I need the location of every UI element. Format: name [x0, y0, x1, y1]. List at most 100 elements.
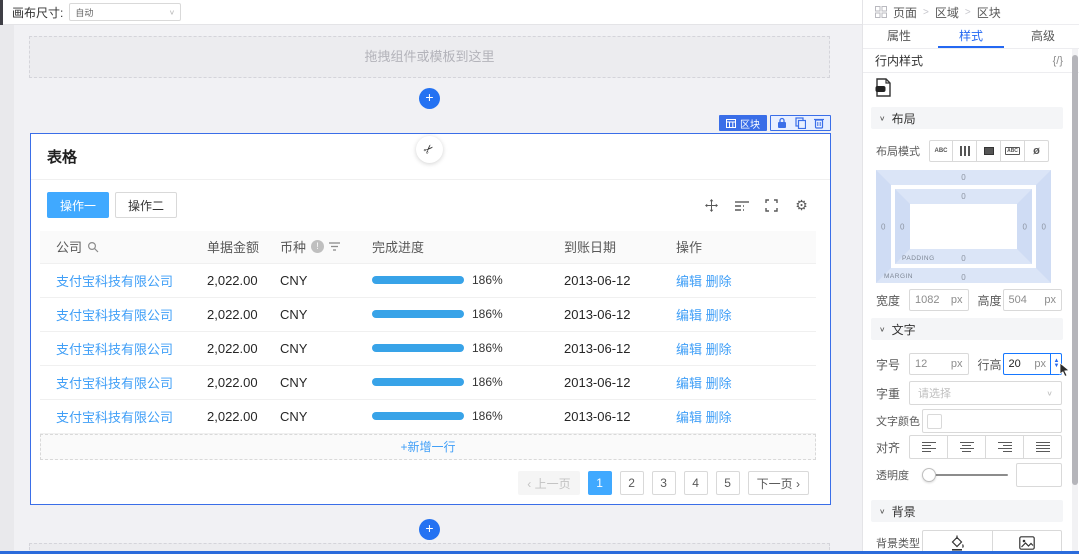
lock-icon[interactable] [777, 117, 787, 129]
col-amount[interactable]: 单据金额 [205, 231, 278, 264]
delete-link[interactable]: 删除 [706, 274, 732, 289]
layout-mode-inline-block-icon[interactable]: ABC [1001, 140, 1025, 162]
box-model-diagram[interactable]: 0 0 0 0 0 0 0 0 PADDING MARGIN [876, 170, 1051, 283]
company-link[interactable]: 支付宝科技有限公司 [56, 308, 173, 323]
edit-link[interactable]: 编辑 [676, 342, 702, 357]
layout-mode-inline-icon[interactable]: ABC [929, 140, 953, 162]
search-icon[interactable] [87, 241, 99, 253]
company-link[interactable]: 支付宝科技有限公司 [56, 376, 173, 391]
fullscreen-icon[interactable] [764, 198, 779, 213]
tab-attributes[interactable]: 属性 [863, 25, 935, 48]
text-color-input[interactable] [922, 409, 1062, 433]
slider-handle[interactable] [922, 468, 936, 482]
settings-gear-icon[interactable]: ⚙ [794, 198, 809, 213]
color-swatch[interactable] [927, 413, 942, 429]
add-row-button[interactable]: +新增一行 [40, 433, 816, 460]
padding-top-value[interactable]: 0 [961, 192, 965, 201]
margin-left-value[interactable]: 0 [881, 222, 885, 231]
tab-style[interactable]: 样式 [935, 25, 1007, 48]
font-size-input[interactable]: 12 px [909, 353, 969, 375]
dropzone-top[interactable]: 拖拽组件或模板到这里 [29, 36, 830, 78]
height-input[interactable]: 504 px [1002, 289, 1062, 311]
align-justify-icon[interactable] [1024, 435, 1062, 459]
date-cell: 2013-06-12 [562, 263, 674, 298]
scrollbar-thumb[interactable] [1072, 55, 1078, 485]
col-currency[interactable]: 币种 [278, 231, 370, 264]
progress-label: 186% [472, 341, 503, 355]
currency-cell: CNY [278, 399, 370, 434]
line-height-input[interactable]: 20 px ▲ ▼ [1002, 353, 1070, 377]
copy-icon[interactable] [795, 117, 806, 129]
margin-top-value[interactable]: 0 [961, 173, 965, 182]
breadcrumb-region[interactable]: 区域 [935, 4, 959, 21]
company-link[interactable]: 支付宝科技有限公司 [56, 274, 173, 289]
section-layout[interactable]: ∨ 布局 [871, 107, 1063, 129]
actions-cell: 编辑 删除 [674, 297, 816, 332]
col-company[interactable]: 公司 [40, 231, 205, 264]
add-component-button-bottom[interactable]: + [419, 519, 440, 540]
progress-cell: 186% [370, 263, 562, 298]
prev-page-button[interactable]: ‹ 上一页 [518, 471, 580, 495]
col-actions[interactable]: 操作 [674, 231, 816, 264]
canvas-size-select[interactable]: 自动 ∨ [69, 3, 182, 21]
layout-mode-block-icon[interactable] [977, 140, 1001, 162]
padding-bottom-value[interactable]: 0 [961, 254, 965, 263]
density-icon[interactable] [734, 198, 749, 213]
height-label: 高度 [977, 293, 1002, 308]
delete-link[interactable]: 删除 [706, 342, 732, 357]
section-text[interactable]: ∨ 文字 [871, 318, 1063, 340]
table-row: 支付宝科技有限公司 2,022.00 CNY 186% 2013-06-12 编… [40, 331, 816, 366]
company-link[interactable]: 支付宝科技有限公司 [56, 342, 173, 357]
col-date[interactable]: 到账日期 [562, 231, 674, 264]
padding-left-value[interactable]: 0 [900, 222, 904, 231]
delete-link[interactable]: 删除 [706, 376, 732, 391]
page-number-button[interactable]: 2 [619, 471, 644, 495]
section-background[interactable]: ∨ 背景 [871, 500, 1063, 522]
css-file-icon[interactable] [875, 78, 892, 102]
opacity-slider[interactable] [922, 468, 1008, 482]
edit-link[interactable]: 编辑 [676, 308, 702, 323]
trash-icon[interactable] [814, 117, 824, 129]
company-link[interactable]: 支付宝科技有限公司 [56, 410, 173, 425]
edit-link[interactable]: 编辑 [676, 410, 702, 425]
margin-right-value[interactable]: 0 [1042, 222, 1046, 231]
page-number-button[interactable]: 5 [715, 471, 740, 495]
amount-cell: 2,022.00 [205, 263, 278, 298]
editor-canvas[interactable]: 拖拽组件或模板到这里 + 区块 ✂ 表格 操作一 操作二 ⚙ 公司 单据金额 币… [0, 25, 862, 554]
split-handle[interactable]: ✂ [416, 136, 443, 163]
align-left-icon[interactable] [909, 435, 948, 459]
delete-link[interactable]: 删除 [706, 308, 732, 323]
code-braces-icon[interactable]: {/} [1053, 55, 1063, 67]
opacity-input[interactable] [1016, 463, 1062, 487]
edit-link[interactable]: 编辑 [676, 376, 702, 391]
actions-cell: 编辑 删除 [674, 331, 816, 366]
edit-link[interactable]: 编辑 [676, 274, 702, 289]
move-icon[interactable] [704, 198, 719, 213]
align-center-icon[interactable] [948, 435, 986, 459]
action-two-button[interactable]: 操作二 [115, 192, 178, 218]
padding-right-value[interactable]: 0 [1023, 222, 1027, 231]
breadcrumb-block[interactable]: 区块 [977, 4, 1001, 21]
align-row: 对齐 [876, 435, 1062, 459]
width-input[interactable]: 1082 px [909, 289, 969, 311]
info-icon[interactable] [311, 240, 325, 254]
tab-advanced[interactable]: 高级 [1007, 25, 1079, 48]
layout-mode-flex-icon[interactable] [953, 140, 977, 162]
breadcrumb-page[interactable]: 页面 [893, 4, 917, 21]
margin-bottom-value[interactable]: 0 [961, 273, 965, 282]
layout-mode-hidden-icon[interactable]: ø [1025, 140, 1049, 162]
page-number-button[interactable]: 4 [683, 471, 708, 495]
font-weight-select[interactable]: 请选择 ∨ [909, 381, 1062, 405]
block-tag[interactable]: 区块 [719, 115, 767, 131]
action-one-button[interactable]: 操作一 [47, 192, 110, 218]
page-number-button[interactable]: 1 [587, 471, 612, 495]
add-component-button-top[interactable]: + [419, 88, 440, 109]
size-row: 宽度 1082 px 高度 504 px [876, 288, 1062, 312]
table-block[interactable]: 表格 操作一 操作二 ⚙ 公司 单据金额 币种 ! 完成进度 到账日期 操作 支… [30, 133, 831, 505]
delete-link[interactable]: 删除 [706, 410, 732, 425]
next-page-button[interactable]: 下一页 › [747, 471, 809, 495]
page-number-button[interactable]: 3 [651, 471, 676, 495]
col-progress[interactable]: 完成进度 [370, 231, 562, 264]
filter-icon[interactable] [329, 242, 341, 251]
align-right-icon[interactable] [986, 435, 1024, 459]
